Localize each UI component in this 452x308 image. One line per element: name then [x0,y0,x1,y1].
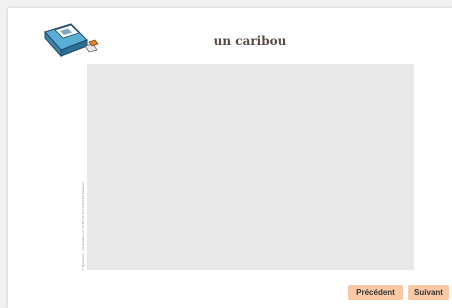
printer-logo-icon [44,23,99,58]
previous-button[interactable]: Précédent [348,285,403,300]
next-button[interactable]: Suivant [408,285,449,300]
page-title: un caribou [213,34,287,48]
image-placeholder [87,64,414,270]
image-credit: © Bjørnstrom – Ice Reviews Ltd. CC-BY-NC… [82,181,85,270]
